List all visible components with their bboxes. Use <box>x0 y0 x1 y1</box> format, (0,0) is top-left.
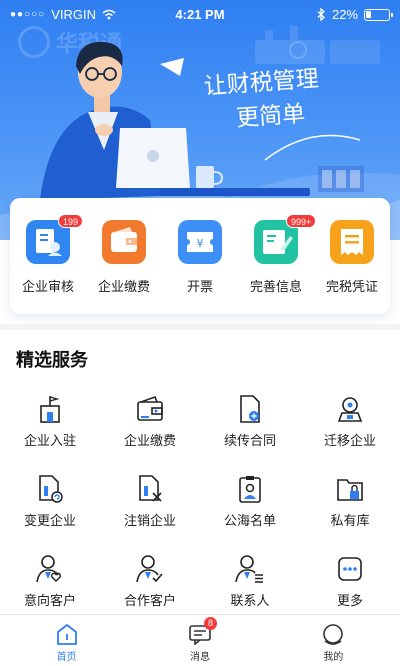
person-heart-icon <box>36 555 62 583</box>
service-label: 更多 <box>336 594 363 609</box>
service-item-6[interactable]: 注销企业 <box>100 464 200 544</box>
count-badge: 199 <box>58 214 84 228</box>
wallet-icon <box>137 395 163 421</box>
edit-card-icon: 999+ <box>254 214 317 264</box>
relocate-icon <box>337 397 363 422</box>
quick-action-3[interactable]: ¥ 开票 <box>165 220 235 314</box>
tab-profile[interactable]: 我的 <box>267 615 400 666</box>
service-item-5[interactable]: 变更企业 <box>0 464 100 544</box>
svg-text:¥: ¥ <box>197 237 204 250</box>
message-count-badge: 8 <box>203 617 217 630</box>
tab-label: 首页 <box>56 652 77 663</box>
service-label: 私有库 <box>330 514 370 529</box>
quick-actions-card: 199 企业审核 企业缴费 ¥ 开票 999+ 完善信息 完税凭证 <box>10 198 390 314</box>
service-label: 迁移企业 <box>323 434 376 449</box>
service-item-7[interactable]: 公海名单 <box>200 464 300 544</box>
service-item-2[interactable]: 企业缴费 <box>100 384 200 464</box>
bottom-tab-bar: 首页 8 消息 我的 <box>0 614 400 666</box>
battery-icon <box>364 8 393 21</box>
home-icon <box>55 623 79 645</box>
service-item-1[interactable]: 企业入驻 <box>0 384 100 464</box>
service-label: 变更企业 <box>23 514 76 529</box>
service-item-3[interactable]: 续传合同 <box>200 384 300 464</box>
quick-action-label: 企业缴费 <box>97 280 150 295</box>
folder-lock-icon <box>337 479 363 501</box>
receipt-icon <box>330 220 374 264</box>
tab-label: 消息 <box>189 652 210 663</box>
service-item-4[interactable]: 迁移企业 <box>300 384 400 464</box>
service-label: 企业入驻 <box>23 434 76 449</box>
service-item-9[interactable]: 意向客户 <box>0 544 100 624</box>
tab-label: 我的 <box>323 652 344 663</box>
services-title: 精选服务 <box>16 350 88 371</box>
service-item-8[interactable]: 私有库 <box>300 464 400 544</box>
service-label: 续传合同 <box>223 434 276 449</box>
more-dots-icon <box>338 557 362 581</box>
wallet-icon <box>102 220 146 264</box>
document-person-icon: 199 <box>26 214 84 264</box>
service-item-11[interactable]: 联系人 <box>200 544 300 624</box>
battery-percent: 22% <box>331 7 358 22</box>
profile-icon <box>321 623 345 645</box>
count-badge: 999+ <box>286 214 317 228</box>
service-label: 注销企业 <box>123 514 176 529</box>
person-list-icon <box>235 555 263 583</box>
quick-action-1[interactable]: 199 企业审核 <box>13 214 84 314</box>
quick-action-label: 完税凭证 <box>325 280 378 295</box>
person-check-icon <box>136 555 163 583</box>
quick-action-label: 完善信息 <box>249 280 302 295</box>
file-change-icon <box>39 475 63 503</box>
service-item-12[interactable]: 更多 <box>300 544 400 624</box>
banner-slogan: 让财税管理 更简单 <box>203 66 320 132</box>
services-grid: 企业入驻 企业缴费 续传合同 迁移企业 变更企业 注销企业 公海名单 私有库 意… <box>0 384 400 624</box>
clipboard-person-icon <box>239 476 261 503</box>
quick-action-label: 企业审核 <box>21 280 74 295</box>
quick-action-2[interactable]: 企业缴费 <box>89 220 159 314</box>
contract-add-icon <box>240 395 260 423</box>
section-divider <box>0 324 400 330</box>
service-label: 公海名单 <box>223 514 276 529</box>
tab-home[interactable]: 首页 <box>0 615 133 666</box>
quick-action-4[interactable]: 999+ 完善信息 <box>241 214 317 314</box>
tab-message[interactable]: 8 消息 <box>133 615 266 666</box>
quick-action-5[interactable]: 完税凭证 <box>317 220 387 314</box>
service-label: 合作客户 <box>123 594 176 609</box>
building-flag-icon <box>40 396 60 423</box>
service-label: 意向客户 <box>23 594 76 609</box>
quick-action-label: 开票 <box>186 280 213 295</box>
service-label: 联系人 <box>230 594 270 609</box>
home-screen: 华税通 <box>0 0 400 666</box>
ticket-yen-icon: ¥ <box>178 220 222 264</box>
bluetooth-icon <box>317 8 325 21</box>
file-cancel-icon <box>139 475 162 502</box>
status-bar: ●●○○○ VIRGIN 4:21 PM 22% <box>0 0 400 28</box>
service-label: 企业缴费 <box>123 434 176 449</box>
service-item-10[interactable]: 合作客户 <box>100 544 200 624</box>
message-icon: 8 <box>188 617 217 646</box>
